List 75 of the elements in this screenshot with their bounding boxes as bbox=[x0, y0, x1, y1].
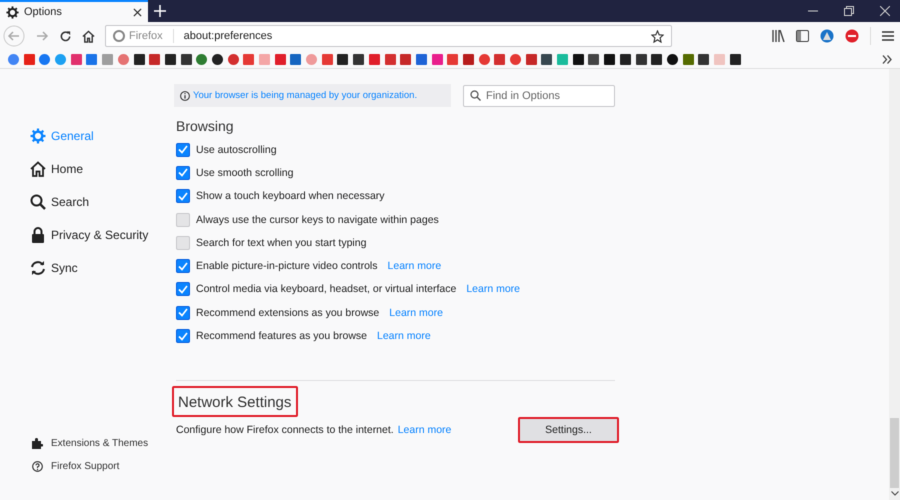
sidebar-category[interactable]: Privacy & Security bbox=[29, 226, 165, 244]
option-label: Enable picture-in-picture video controls bbox=[196, 260, 378, 272]
section-heading: Browsing bbox=[176, 120, 235, 134]
bookmark-icon[interactable] bbox=[134, 54, 144, 64]
bookmark-icon[interactable] bbox=[698, 54, 710, 64]
star-icon[interactable] bbox=[651, 30, 664, 42]
bookmark-icon[interactable] bbox=[620, 54, 631, 64]
tab-title: Options bbox=[24, 6, 63, 18]
bookmark-icon[interactable] bbox=[541, 54, 552, 64]
new-tab-icon[interactable] bbox=[154, 5, 166, 17]
bookmark-icon[interactable] bbox=[462, 54, 474, 64]
bookmark-icon[interactable] bbox=[353, 54, 364, 64]
sidebar-category[interactable]: Home bbox=[29, 160, 165, 178]
bookmark-icon[interactable] bbox=[164, 54, 176, 64]
option-label: Search for text when you start typing bbox=[196, 236, 366, 249]
gear-icon bbox=[30, 128, 46, 144]
scrollbar-thumb[interactable] bbox=[890, 418, 899, 488]
option-label: Show a touch keyboard when necessary bbox=[196, 190, 385, 202]
checkbox[interactable] bbox=[176, 236, 190, 250]
checkbox[interactable] bbox=[176, 212, 190, 227]
sync-icon bbox=[30, 260, 46, 276]
bookmark-icon[interactable] bbox=[666, 54, 678, 64]
settings-button[interactable]: Settings... bbox=[518, 416, 619, 443]
account-icon[interactable] bbox=[820, 29, 834, 43]
sidebar-link[interactable]: Firefox Support bbox=[32, 461, 165, 472]
bookmark-icon[interactable] bbox=[651, 54, 662, 64]
checkbox[interactable] bbox=[176, 189, 190, 204]
checkbox[interactable] bbox=[176, 282, 190, 296]
sidebar-icon[interactable] bbox=[796, 30, 809, 42]
help-icon bbox=[32, 461, 43, 472]
reload-icon[interactable] bbox=[59, 30, 72, 42]
description-text: Configure how Firefox connects to the internet. bbox=[176, 424, 394, 436]
close-icon[interactable] bbox=[133, 8, 142, 16]
option-label: Always use the cursor keys to navigate within pages bbox=[196, 214, 439, 226]
home-icon[interactable] bbox=[82, 30, 95, 42]
search-icon bbox=[470, 90, 481, 101]
option-label: Recommend extensions as you browse bbox=[196, 306, 380, 319]
restore-icon[interactable] bbox=[844, 6, 854, 16]
section-heading: Network Settings bbox=[172, 386, 298, 417]
bookmark-icon[interactable] bbox=[337, 54, 348, 64]
search-icon bbox=[30, 194, 46, 210]
adblock-icon[interactable] bbox=[845, 29, 859, 43]
checkbox[interactable] bbox=[176, 142, 190, 157]
sidebar-category[interactable]: Search bbox=[29, 193, 165, 211]
firefox-logo-icon bbox=[113, 30, 125, 42]
bookmark-icon[interactable] bbox=[588, 54, 600, 64]
lock-icon bbox=[30, 227, 44, 243]
gear-icon bbox=[6, 6, 19, 18]
bookmark-icon[interactable] bbox=[730, 54, 741, 64]
option-label: Recommend features as you browse bbox=[196, 330, 367, 342]
menu-icon[interactable] bbox=[882, 31, 894, 41]
checkbox[interactable] bbox=[176, 166, 190, 180]
info-icon bbox=[180, 90, 190, 100]
bookmark-icon[interactable] bbox=[212, 54, 223, 64]
puzzle-icon bbox=[32, 438, 43, 449]
chevron-down-icon[interactable] bbox=[890, 491, 898, 496]
address-bar[interactable]: Firefox about:preferences bbox=[105, 25, 672, 47]
bookmark-icon[interactable] bbox=[180, 54, 192, 64]
sidebar-link[interactable]: Extensions & Themes bbox=[32, 438, 165, 449]
option-label: Control media via keyboard, headset, or virtual interface bbox=[196, 283, 456, 296]
checkbox[interactable] bbox=[176, 259, 190, 274]
checkbox[interactable] bbox=[176, 329, 190, 344]
sidebar-category[interactable]: Sync bbox=[29, 259, 165, 277]
option-label: Use smooth scrolling bbox=[196, 166, 294, 179]
option-label: Use autoscrolling bbox=[196, 144, 277, 156]
chevron-icon[interactable] bbox=[882, 54, 892, 64]
bookmark-icon[interactable] bbox=[572, 54, 584, 64]
browser-tab[interactable]: Options bbox=[0, 0, 148, 22]
checkbox[interactable] bbox=[176, 306, 190, 320]
library-icon[interactable] bbox=[772, 30, 785, 42]
home-icon bbox=[30, 161, 46, 177]
bookmark-icon[interactable] bbox=[604, 54, 616, 64]
notice-text: Your browser is being managed by your organization. bbox=[193, 90, 418, 101]
search-field[interactable]: Find in Options bbox=[463, 84, 615, 106]
bookmark-icon[interactable] bbox=[636, 54, 646, 64]
